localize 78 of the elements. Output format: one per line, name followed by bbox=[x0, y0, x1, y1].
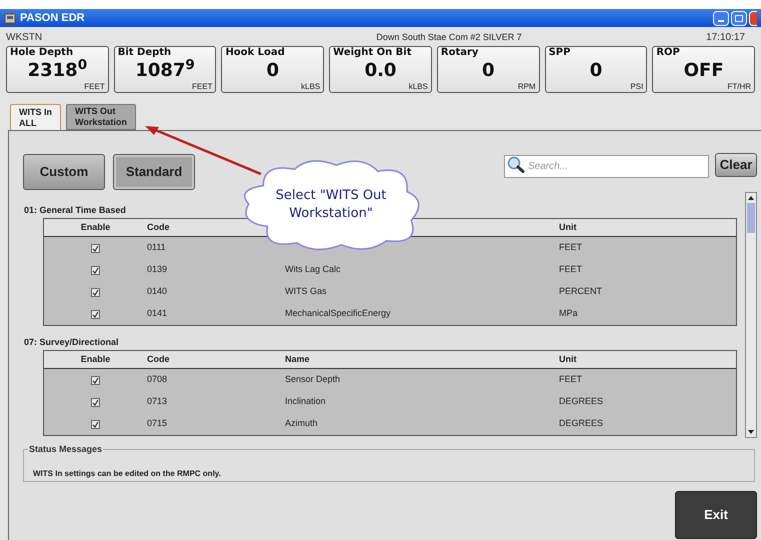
table-cell: 0708 bbox=[147, 374, 168, 384]
callout-text: Select "WITS Out Workstation" bbox=[274, 187, 388, 223]
gauge-value: 0 bbox=[590, 59, 602, 82]
exit-button[interactable]: Exit bbox=[675, 491, 757, 539]
table-cell: 0139 bbox=[147, 264, 168, 274]
tab[interactable]: WITS In ALL bbox=[10, 104, 61, 130]
gauge-unit: kLBS bbox=[301, 82, 320, 92]
enable-checkbox[interactable] bbox=[91, 288, 100, 296]
scroll-thumb[interactable] bbox=[747, 203, 755, 233]
column-header: Code bbox=[147, 354, 170, 364]
table-cell: WITS Gas bbox=[285, 286, 327, 296]
table-cell: Sensor Depth bbox=[285, 374, 340, 384]
gauge-value: 0 bbox=[266, 59, 280, 82]
table-cell: 0140 bbox=[147, 286, 168, 296]
enable-checkbox[interactable] bbox=[91, 420, 100, 428]
gauge-label: Rotary bbox=[440, 47, 480, 59]
tab[interactable]: WITS Out Workstation bbox=[66, 104, 136, 130]
column-header: Code bbox=[147, 222, 170, 232]
column-header: Name bbox=[285, 354, 310, 364]
table-cell: 0715 bbox=[147, 418, 168, 428]
gauge-unit: PSI bbox=[630, 82, 644, 92]
search-field[interactable]: Search... bbox=[504, 155, 709, 178]
mode-button[interactable]: Standard bbox=[113, 154, 195, 190]
gauge-value: 0.0 bbox=[364, 59, 396, 82]
gauge-unit: FEET bbox=[84, 82, 105, 92]
enable-checkbox[interactable] bbox=[91, 398, 100, 406]
close-button[interactable] bbox=[749, 10, 757, 26]
clear-button[interactable]: Clear bbox=[715, 153, 757, 177]
search-icon bbox=[507, 156, 525, 173]
clock-time: 17:10:17 bbox=[706, 31, 745, 45]
gauge-label: Hook Load bbox=[225, 47, 286, 59]
gauge-label: SPP bbox=[548, 47, 572, 59]
gauge-unit: FEET bbox=[192, 82, 212, 92]
gauge-value: 0 bbox=[482, 59, 494, 82]
scrollbar[interactable] bbox=[745, 192, 757, 438]
table-cell: 0713 bbox=[147, 396, 168, 406]
gauge-unit: kLBS bbox=[408, 82, 428, 92]
table-cell: FEET bbox=[559, 374, 582, 384]
table-cell: Wits Lag Calc bbox=[285, 264, 341, 274]
table-cell: MechanicalSpecificEnergy bbox=[285, 308, 391, 318]
gauge-unit: FT/HR bbox=[727, 82, 752, 92]
well-name: Down South Stae Com #2 SILVER 7 bbox=[376, 30, 522, 44]
group-title: Status Messages bbox=[28, 443, 104, 456]
gauge-value: 1087$^{9}$ bbox=[135, 59, 195, 82]
gauge-label: Hole Depth bbox=[10, 47, 74, 59]
gauge-label: Weight On Bit bbox=[333, 47, 413, 59]
gauge-value: OFF bbox=[684, 59, 724, 82]
enable-checkbox[interactable] bbox=[91, 310, 100, 318]
table-cell: PERCENT bbox=[559, 286, 602, 296]
mode-button[interactable]: Custom bbox=[23, 154, 105, 190]
table-cell: Inclination bbox=[285, 396, 326, 406]
gauge-unit: RPM bbox=[518, 82, 536, 92]
table-cell: Azimuth bbox=[285, 418, 318, 428]
enable-checkbox[interactable] bbox=[91, 376, 100, 384]
station-label: WKSTN bbox=[6, 31, 42, 45]
minimize-button[interactable] bbox=[713, 10, 729, 26]
table-cell: MPa bbox=[559, 308, 578, 318]
table-cell: FEET bbox=[559, 242, 582, 252]
table-cell: FEET bbox=[559, 264, 582, 274]
table-cell: 0141 bbox=[147, 308, 168, 318]
enable-checkbox[interactable] bbox=[91, 244, 100, 252]
gauge-value: 2318$^{0}$ bbox=[28, 59, 88, 82]
column-header: Unit bbox=[559, 354, 576, 364]
restore-button[interactable] bbox=[731, 10, 747, 26]
window-title: PASON EDR bbox=[20, 10, 85, 26]
table-cell: DEGREES bbox=[559, 396, 604, 406]
gauge-label: ROP bbox=[656, 47, 681, 59]
column-header: Unit bbox=[559, 222, 576, 232]
app-icon bbox=[4, 12, 16, 24]
column-header: Enable bbox=[80, 354, 110, 364]
enable-checkbox[interactable] bbox=[91, 266, 100, 274]
gauge-label: Bit Depth bbox=[118, 47, 172, 59]
table-cell: DEGREES bbox=[559, 418, 604, 428]
section-title: 07: Survey/Directional bbox=[24, 336, 119, 348]
status-message: WITS In settings can be edited on the RMPC only. bbox=[33, 469, 221, 478]
table-cell: 0111 bbox=[147, 242, 166, 252]
section-title: 01: General Time Based bbox=[24, 204, 126, 216]
column-header: Enable bbox=[80, 222, 110, 232]
